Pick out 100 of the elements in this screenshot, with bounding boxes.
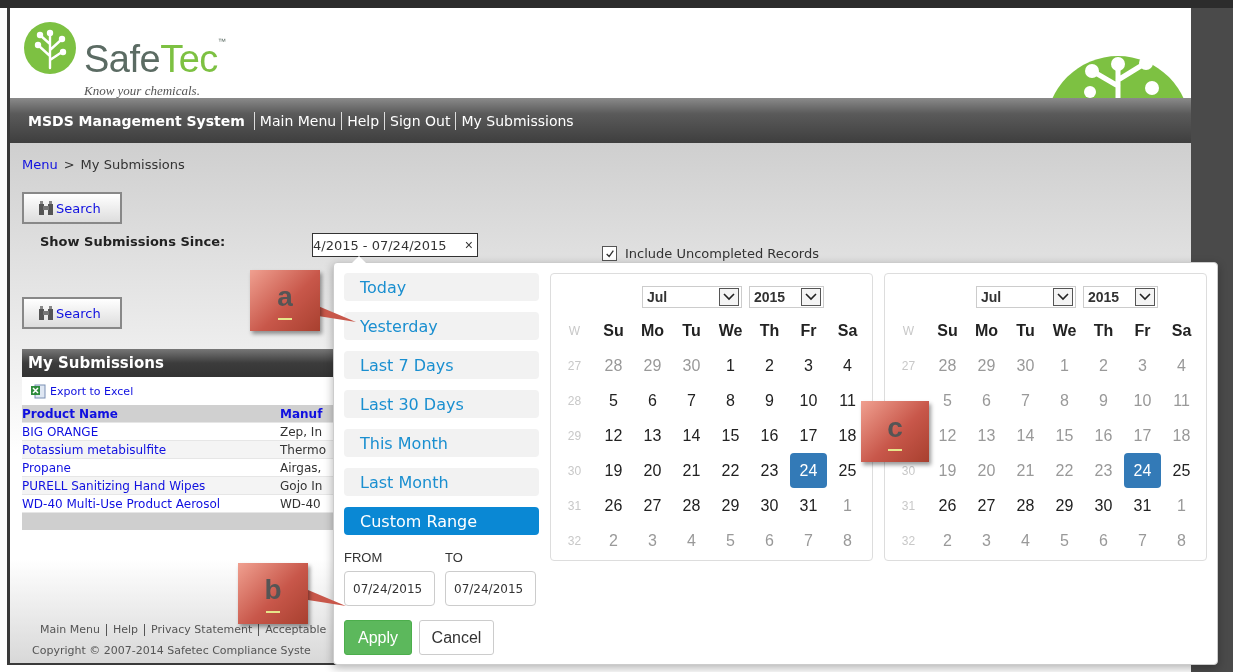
month-select[interactable]: Jul [642,286,742,308]
calendar-day[interactable]: 17 [794,418,823,453]
calendar-day[interactable]: 27 [638,488,667,523]
weekday-header: Su [936,320,959,341]
calendar-day[interactable]: 13 [638,418,667,453]
nav-link[interactable]: Help [341,111,385,130]
calendar-day[interactable]: 29 [716,488,745,523]
calendar-day[interactable]: 6 [638,383,667,418]
checkbox-label: Include Uncompleted Records [625,246,819,261]
callout-marker: b [238,563,308,624]
nav-link[interactable]: Sign Out [384,111,456,130]
calendar-day[interactable]: 14 [677,418,706,453]
calendar-day[interactable]: 24 [790,453,827,488]
year-select[interactable]: 2015 [749,286,824,308]
calendar-day[interactable]: 2 [755,348,784,383]
nav-link[interactable]: Main Menu [253,111,342,130]
caret-icon [1135,288,1155,306]
footer-link[interactable]: Main Menu [40,624,106,636]
calendar-day[interactable]: 19 [599,453,628,488]
calendar-day[interactable]: 1 [716,348,745,383]
calendar-day[interactable]: 20 [638,453,667,488]
table-cell: WD-40 [280,496,321,511]
column-header[interactable]: Product Name [22,406,280,421]
weekday-header: Mo [973,320,1000,341]
range-option[interactable]: Last Month [344,468,539,496]
callout-pointer [318,306,356,322]
product-link[interactable]: PURELL Sanitizing Hand Wipes [22,478,280,493]
calendar-day[interactable]: 7 [677,383,706,418]
weekday-header: We [717,320,744,341]
calendar-day[interactable]: 24 [1124,453,1161,488]
calendar-day[interactable]: 27 [972,488,1001,523]
calendar-day[interactable]: 23 [755,453,784,488]
calendar-day[interactable]: 30 [755,488,784,523]
table-cell: Airgas, [280,460,322,475]
calendar-day[interactable]: 29 [1050,488,1079,523]
cancel-button[interactable]: Cancel [419,620,494,655]
range-option[interactable]: This Month [344,429,539,457]
calendar-day[interactable]: 28 [1011,488,1040,523]
calendar-day[interactable]: 4 [833,348,862,383]
column-header[interactable]: Manuf [280,406,323,421]
range-option[interactable]: Today [344,273,539,301]
weekday-header: Th [758,320,781,341]
calendar-day[interactable]: 9 [755,383,784,418]
checkbox[interactable] [602,246,617,261]
calendar-day[interactable]: 15 [716,418,745,453]
search-button[interactable]: Search [22,192,122,224]
search-button[interactable]: Search [22,297,122,329]
check-icon [604,248,615,259]
calendar-day[interactable]: 31 [794,488,823,523]
calendar-day[interactable]: 10 [794,383,823,418]
callout-pointer [308,590,346,606]
product-link[interactable]: BIG ORANGE [22,424,280,439]
month-select[interactable]: Jul [976,286,1076,308]
date-range-field[interactable]: 4/2015 - 07/24/2015 × [312,233,478,257]
calendar-day[interactable]: 8 [716,383,745,418]
table-cell: Gojo In [280,478,323,493]
calendar-day[interactable]: 5 [599,383,628,418]
product-link[interactable]: Propane [22,460,280,475]
callout-marker: a [250,270,320,331]
caret-icon [1053,288,1073,306]
product-link[interactable]: WD-40 Multi-Use Product Aerosol [22,496,280,511]
breadcrumb-link[interactable]: Menu [22,157,58,172]
breadcrumb-current: My Submissions [80,157,185,172]
year-select[interactable]: 2015 [1083,286,1158,308]
weekday-header: We [1051,320,1078,341]
to-field[interactable]: 07/24/2015 [445,571,536,606]
export-link[interactable]: Export to Excel [50,384,134,398]
weekday-header: Th [1092,320,1115,341]
copyright: Copyright © 2007-2014 Safetec Compliance Syste [32,644,312,657]
table-cell: Thermo [280,442,327,457]
calendar-day[interactable]: 16 [755,418,784,453]
range-option[interactable]: Last 7 Days [344,351,539,379]
caret-icon [719,288,739,306]
table-cell: Zep, In [280,424,322,439]
calendar-day[interactable]: 30 [1089,488,1118,523]
calendar-day[interactable]: 26 [599,488,628,523]
calendar-day[interactable]: 25 [833,453,862,488]
calendar-day[interactable]: 26 [933,488,962,523]
calendar-day[interactable]: 11 [833,383,862,418]
binoculars-icon [38,305,54,321]
binoculars-icon [38,200,54,216]
footer-link[interactable]: Help [105,624,145,636]
nav-link[interactable]: My Submissions [455,111,579,130]
range-option[interactable]: Custom Range [344,507,539,535]
from-label: FROM [344,550,384,565]
calendar-day[interactable]: 25 [1167,453,1196,488]
clear-button[interactable]: × [464,237,473,253]
calendar-day[interactable]: 18 [833,418,862,453]
calendar-day[interactable]: 31 [1128,488,1157,523]
calendar-day[interactable]: 28 [677,488,706,523]
range-option[interactable]: Yesterday [344,312,539,340]
calendar-day[interactable]: 12 [599,418,628,453]
from-field[interactable]: 07/24/2015 [344,571,435,606]
filter-label: Show Submissions Since: [39,234,227,249]
product-link[interactable]: Potassium metabisulfite [22,442,280,457]
range-option[interactable]: Last 30 Days [344,390,539,418]
calendar-day[interactable]: 3 [794,348,823,383]
breadcrumb-separator: > [63,157,75,172]
calendar-day[interactable]: 21 [677,453,706,488]
calendar-day[interactable]: 22 [716,453,745,488]
